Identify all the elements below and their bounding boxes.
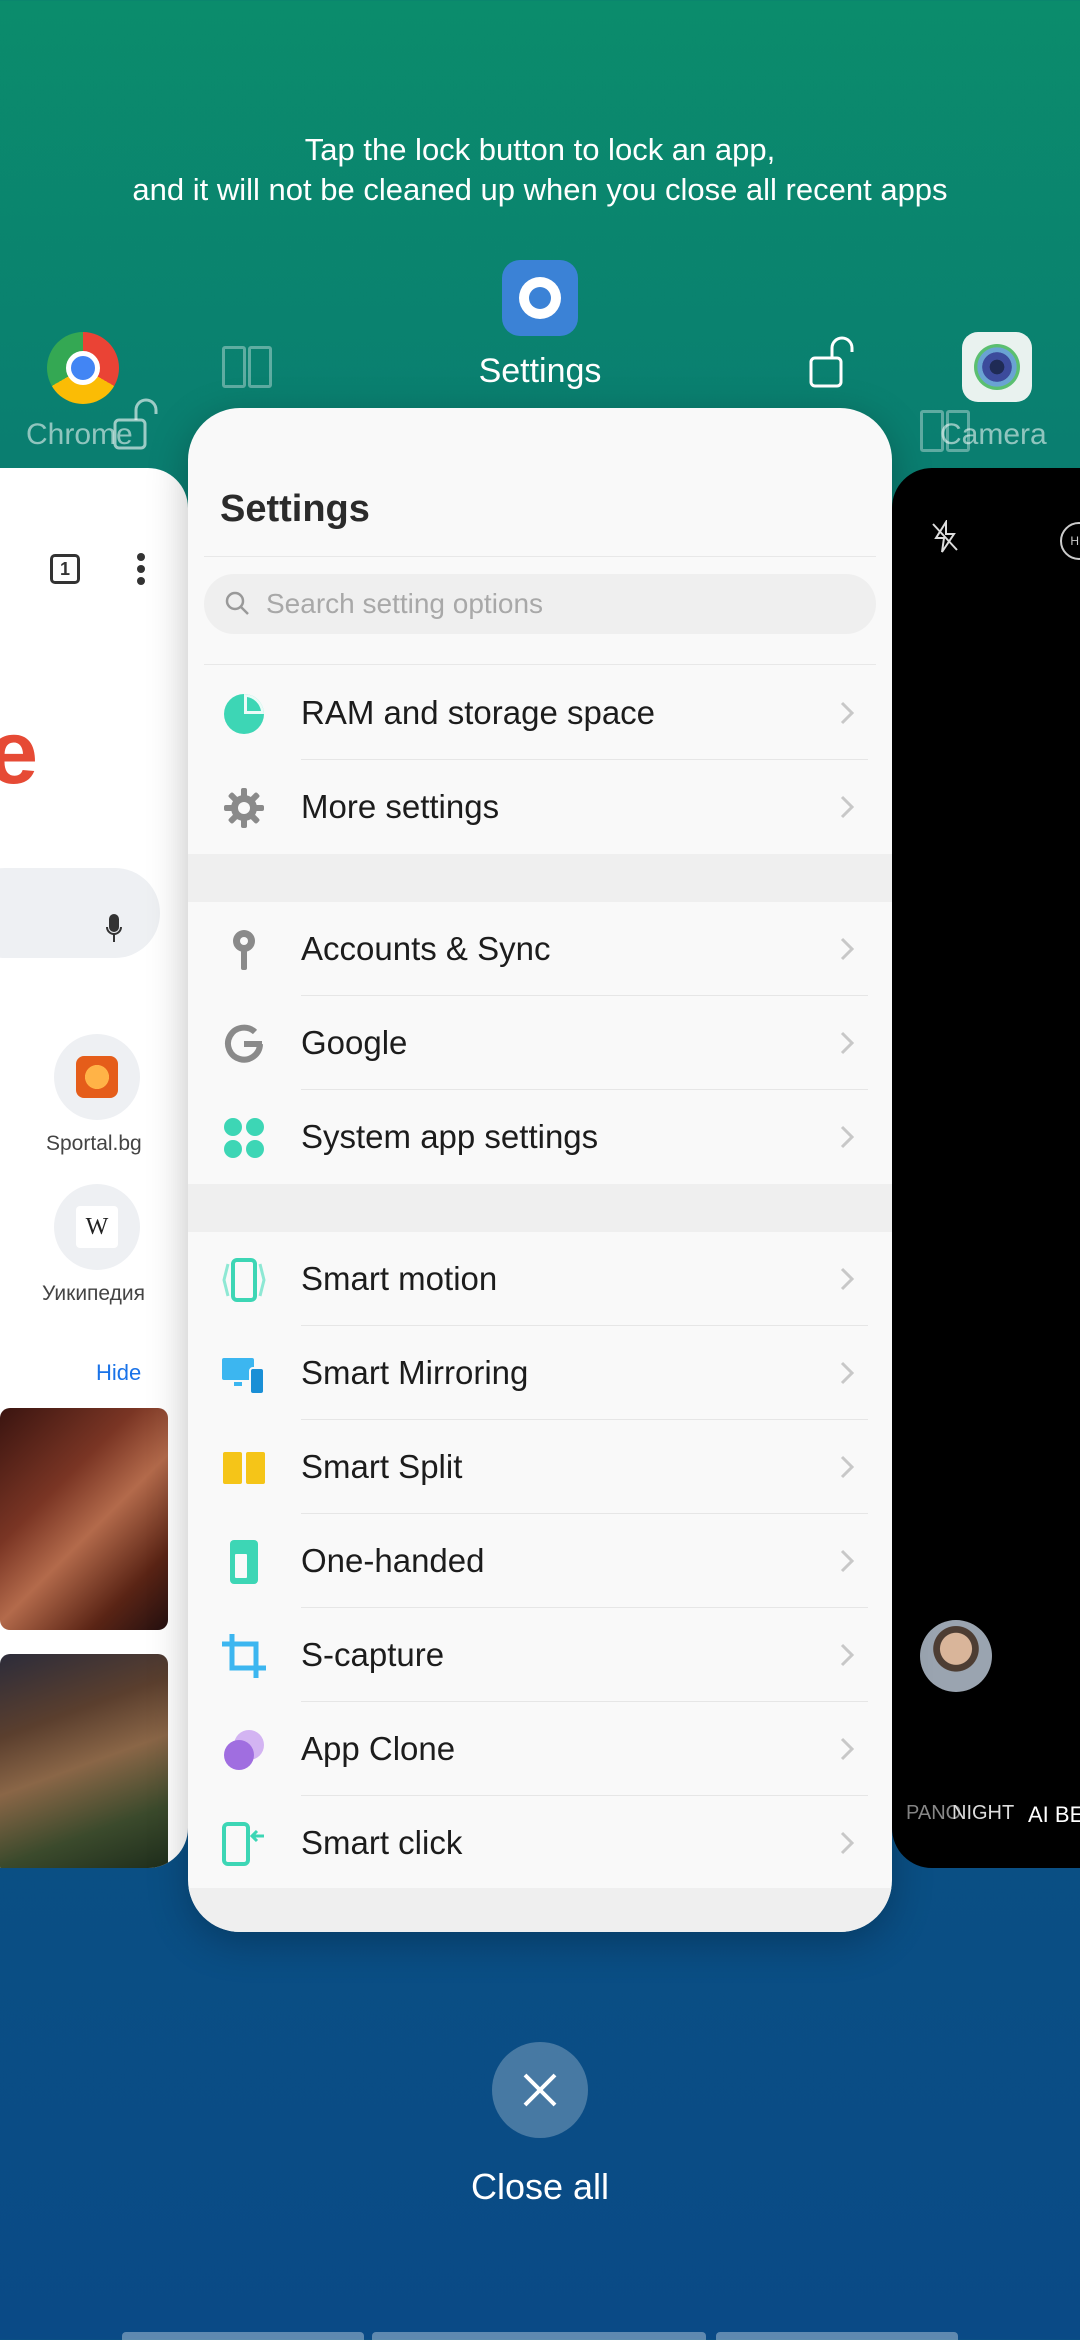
flash-off-icon[interactable] <box>930 520 960 554</box>
settings-recent-card[interactable]: Settings Search setting options RAM and … <box>188 408 892 1932</box>
camera-mode[interactable]: NIGHT <box>952 1802 1014 1825</box>
gear-icon <box>224 788 264 828</box>
search-bar[interactable] <box>0 868 160 958</box>
shortcut-label: Уикипедия <box>42 1282 145 1305</box>
tab-count-button[interactable]: 1 <box>50 554 80 584</box>
settings-item-ram-storage[interactable]: RAM and storage space <box>188 668 892 760</box>
wikipedia-letter: W <box>76 1206 118 1248</box>
crop-icon <box>222 1634 266 1678</box>
close-all-label: Close all <box>470 2166 610 2207</box>
close-icon <box>523 2073 557 2107</box>
gallery-thumbnail[interactable] <box>920 1620 992 1692</box>
page-title: Settings <box>220 488 370 530</box>
nav-bar-segment <box>716 2332 958 2340</box>
hide-link[interactable]: Hide <box>96 1360 141 1386</box>
one-handed-icon <box>230 1540 258 1584</box>
app-clone-icon <box>224 1730 264 1770</box>
lock-hint: Tap the lock button to lock an app, and … <box>0 130 1080 210</box>
apps-grid-icon <box>224 1118 264 1158</box>
chevron-right-icon <box>840 1549 855 1573</box>
settings-item-s-capture[interactable]: S-capture <box>188 1610 892 1702</box>
settings-item-more-settings[interactable]: More settings <box>188 762 892 854</box>
settings-item-smart-mirroring[interactable]: Smart Mirroring <box>188 1328 892 1420</box>
settings-item-label: Smart Split <box>301 1448 463 1485</box>
chevron-right-icon <box>840 1125 855 1149</box>
chevron-right-icon <box>840 1643 855 1667</box>
divider <box>204 556 876 557</box>
google-logo-fragment: e <box>0 703 39 803</box>
settings-item-label: One-handed <box>301 1542 485 1579</box>
sportal-shortcut-icon[interactable] <box>54 1034 140 1120</box>
close-all-button[interactable] <box>492 2042 588 2138</box>
video-thumbnail[interactable] <box>0 1654 168 1868</box>
camera-mode[interactable]: AI BEA <box>1028 1802 1080 1828</box>
settings-item-label: Smart motion <box>301 1260 498 1297</box>
settings-item-accounts-sync[interactable]: Accounts & Sync <box>188 904 892 996</box>
shortcut-label: Sportal.bg <box>46 1132 142 1155</box>
settings-item-label: System app settings <box>301 1118 599 1155</box>
settings-item-label: S-capture <box>301 1636 445 1673</box>
microphone-icon[interactable] <box>106 914 122 944</box>
smart-click-icon <box>222 1822 264 1866</box>
chevron-right-icon <box>840 1267 855 1291</box>
pie-chart-icon <box>224 694 264 734</box>
settings-item-smart-split[interactable]: Smart Split <box>188 1422 892 1514</box>
hdr-icon[interactable]: HD <box>1060 522 1080 560</box>
settings-item-smart-motion[interactable]: Smart motion <box>188 1234 892 1326</box>
wikipedia-shortcut-icon[interactable]: W <box>54 1184 140 1270</box>
more-options-icon[interactable] <box>136 552 146 586</box>
settings-item-app-clone[interactable]: App Clone <box>188 1704 892 1796</box>
chevron-right-icon <box>840 937 855 961</box>
settings-item-label: Google <box>301 1024 408 1061</box>
settings-item-label: More settings <box>301 788 500 825</box>
search-icon <box>225 591 249 615</box>
settings-item-one-handed[interactable]: One-handed <box>188 1516 892 1608</box>
key-icon <box>233 930 255 970</box>
section-gap <box>188 854 892 902</box>
settings-app-label: Settings <box>478 352 602 390</box>
search-placeholder: Search setting options <box>266 588 544 619</box>
hint-line-1: Tap the lock button to lock an app, <box>304 132 776 167</box>
unlock-icon[interactable] <box>808 336 864 390</box>
video-thumbnail[interactable] <box>0 1408 168 1630</box>
settings-item-label: Smart click <box>301 1824 463 1861</box>
search-input[interactable]: Search setting options <box>204 574 876 634</box>
section-gap <box>188 1888 892 1932</box>
hint-line-2: and it will not be cleaned up when you c… <box>132 172 948 207</box>
settings-item-google[interactable]: Google <box>188 998 892 1090</box>
nav-bar-segment <box>372 2332 706 2340</box>
settings-item-label: App Clone <box>301 1730 456 1767</box>
chevron-right-icon <box>840 795 855 819</box>
settings-item-label: RAM and storage space <box>301 694 656 731</box>
section-gap <box>188 1184 892 1232</box>
chevron-right-icon <box>840 1831 855 1855</box>
chevron-right-icon <box>840 1455 855 1479</box>
settings-app-icon[interactable] <box>502 260 578 336</box>
unlock-icon[interactable] <box>112 398 168 452</box>
google-icon <box>225 1024 263 1063</box>
chevron-right-icon <box>840 1361 855 1385</box>
settings-item-label: Smart Mirroring <box>301 1354 529 1391</box>
split-screen-icon <box>223 1452 265 1484</box>
settings-item-label: Accounts & Sync <box>301 930 551 967</box>
phone-motion-icon <box>222 1258 266 1302</box>
chevron-right-icon <box>840 1031 855 1055</box>
camera-recent-card[interactable]: HD PANO NIGHT AI BEA <box>892 468 1080 1868</box>
nav-bar-segment <box>122 2332 364 2340</box>
divider <box>204 664 876 665</box>
camera-icon[interactable] <box>962 332 1032 402</box>
chevron-right-icon <box>840 1737 855 1761</box>
settings-item-smart-click[interactable]: Smart click <box>188 1798 892 1890</box>
chevron-right-icon <box>840 701 855 725</box>
chrome-recent-card[interactable]: 1 e Sportal.bg W Уикипедия Hide <box>0 468 188 1868</box>
mirroring-icon <box>222 1358 265 1395</box>
settings-item-system-app-settings[interactable]: System app settings <box>188 1092 892 1184</box>
